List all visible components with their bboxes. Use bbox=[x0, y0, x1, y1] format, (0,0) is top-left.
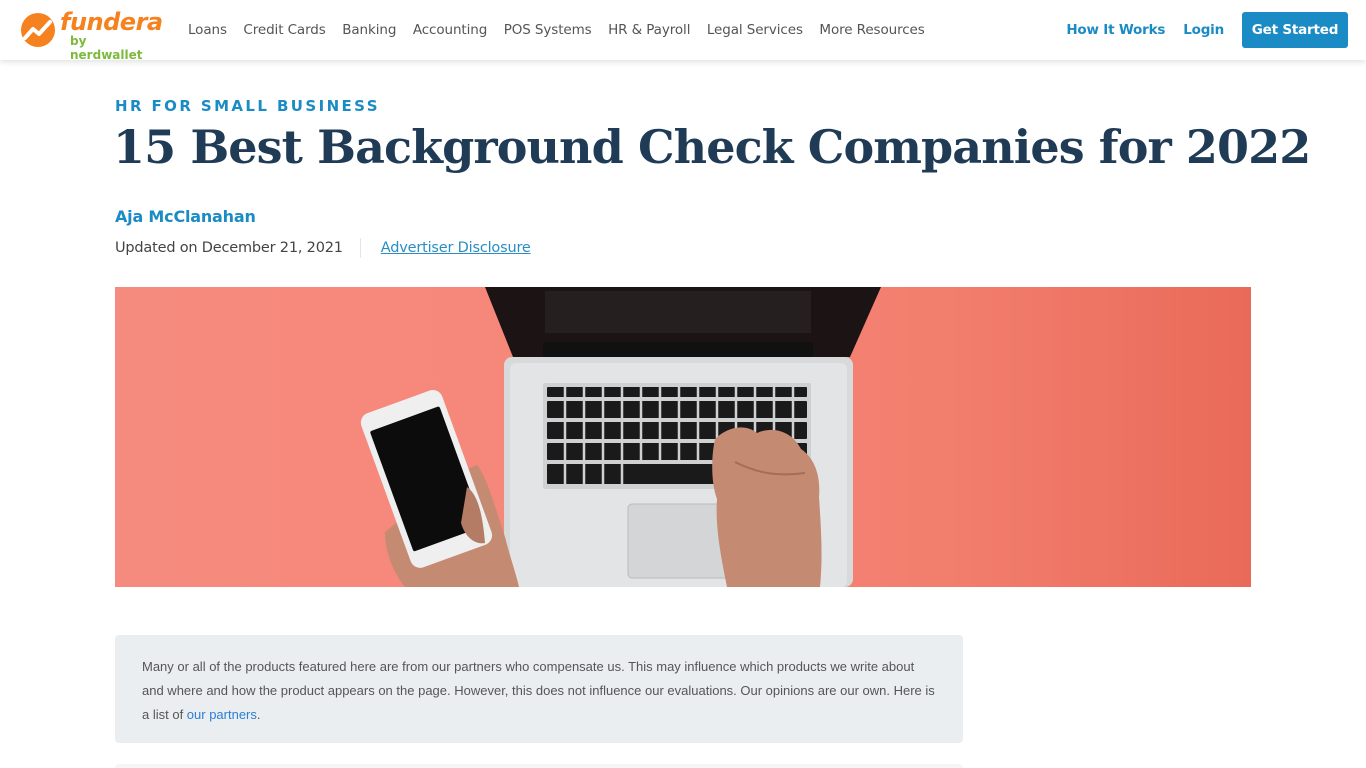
nav-accounting[interactable]: Accounting bbox=[413, 22, 487, 38]
category-link[interactable]: HR FOR SMALL BUSINESS bbox=[115, 97, 380, 115]
nav-legal-services[interactable]: Legal Services bbox=[707, 22, 803, 38]
get-started-button[interactable]: Get Started bbox=[1242, 12, 1348, 48]
article-title: 15 Best Background Check Companies for 2… bbox=[113, 120, 1311, 174]
logo-wordmark: fundera bbox=[60, 8, 163, 36]
disclaimer-end: . bbox=[256, 707, 261, 722]
nav-pos-systems[interactable]: POS Systems bbox=[504, 22, 592, 38]
article-meta: Updated on December 21, 2021 Advertiser … bbox=[115, 238, 531, 258]
nav-more-resources[interactable]: More Resources bbox=[819, 22, 924, 38]
nav-credit-cards[interactable]: Credit Cards bbox=[243, 22, 325, 38]
header-actions: How It Works Login Get Started bbox=[1066, 12, 1348, 48]
main-nav: Loans Credit Cards Banking Accounting PO… bbox=[188, 0, 941, 60]
logo-trend-icon bbox=[21, 13, 55, 47]
login-link[interactable]: Login bbox=[1183, 22, 1224, 38]
meta-divider bbox=[359, 238, 361, 258]
hero-image bbox=[115, 287, 1251, 587]
our-partners-link[interactable]: our partners bbox=[187, 707, 257, 722]
nav-banking[interactable]: Banking bbox=[342, 22, 396, 38]
nav-loans[interactable]: Loans bbox=[188, 22, 227, 38]
logo-subline: by nerdwallet bbox=[70, 34, 143, 62]
nav-hr-payroll[interactable]: HR & Payroll bbox=[608, 22, 690, 38]
fundera-logo[interactable]: fundera by nerdwallet bbox=[20, 8, 163, 62]
partner-disclaimer: Many or all of the products featured her… bbox=[115, 635, 963, 743]
next-content-block bbox=[115, 764, 963, 768]
updated-date: Updated on December 21, 2021 bbox=[115, 240, 343, 256]
advertiser-disclosure-link[interactable]: Advertiser Disclosure bbox=[381, 240, 531, 256]
hero-illustration bbox=[360, 287, 881, 587]
disclaimer-text: Many or all of the products featured her… bbox=[142, 659, 935, 722]
author-link[interactable]: Aja McClanahan bbox=[115, 207, 256, 226]
how-it-works-link[interactable]: How It Works bbox=[1066, 22, 1165, 38]
site-header: fundera by nerdwallet Loans Credit Cards… bbox=[0, 0, 1366, 62]
